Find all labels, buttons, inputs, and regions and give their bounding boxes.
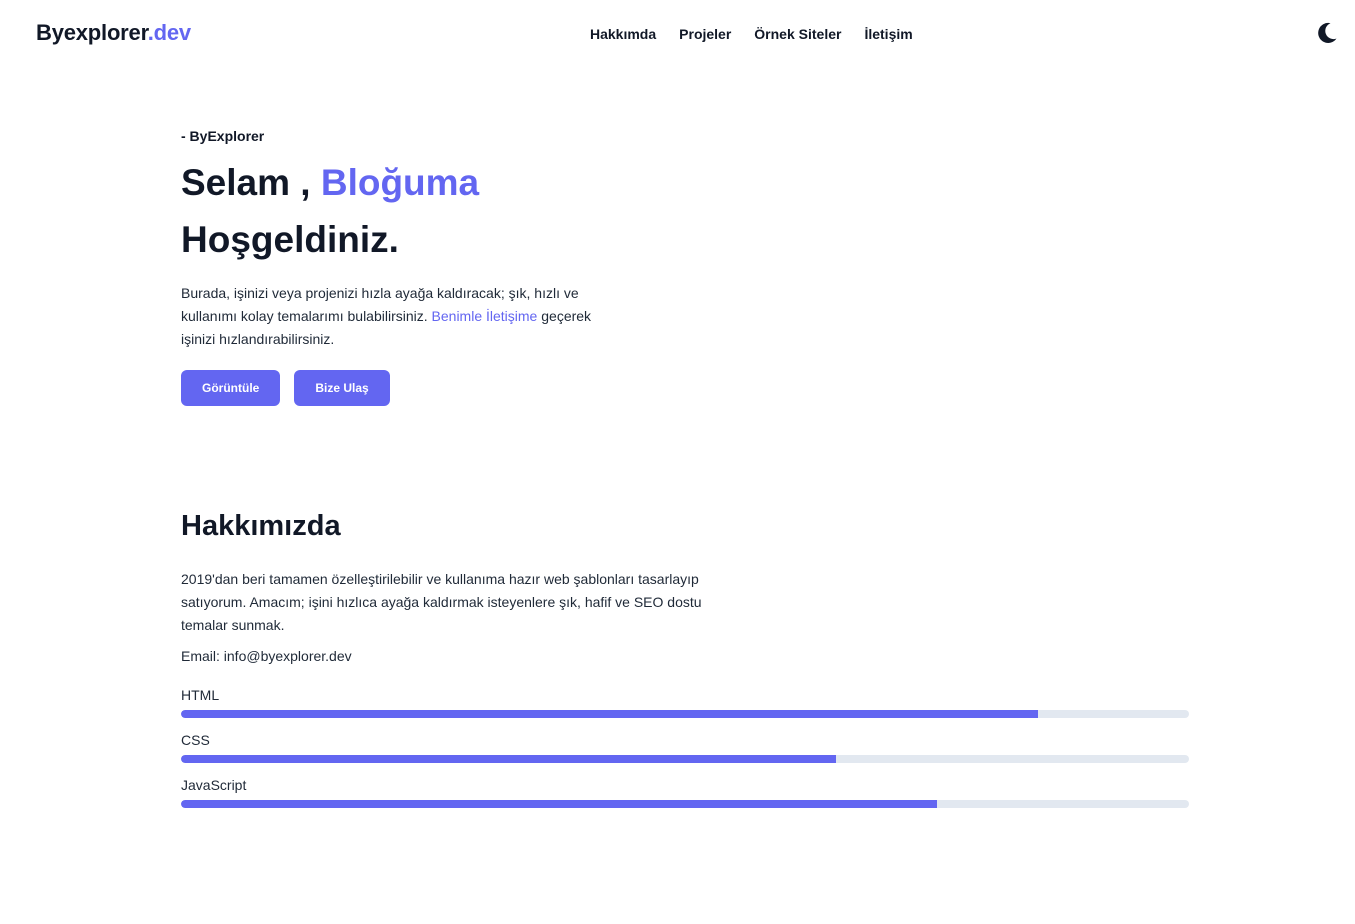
contact-link[interactable]: Benimle İletişime xyxy=(432,308,538,324)
hero-title: Selam , Bloğuma Hoşgeldiniz. xyxy=(181,154,641,268)
hero-title-accent: Bloğuma xyxy=(320,162,480,203)
hero-buttons: Görüntüle Bize Ulaş xyxy=(181,370,641,406)
view-button[interactable]: Görüntüle xyxy=(181,370,281,406)
skill-css: CSS xyxy=(181,731,1189,776)
hero-section: - ByExplorer Selam , Bloğuma Hoşgeldiniz.… xyxy=(181,128,641,406)
skill-progress-track xyxy=(181,755,1189,763)
hero-eyebrow: - ByExplorer xyxy=(181,128,265,144)
site-header: Byexplorer.dev Hakkımda Projeler Örnek S… xyxy=(0,0,1355,70)
hero-title-line2: Hoşgeldiniz. xyxy=(181,219,399,260)
main-nav: Hakkımda Projeler Örnek Siteler İletişim xyxy=(590,26,936,42)
logo-accent-text: .dev xyxy=(147,20,191,45)
nav-link-projeler[interactable]: Projeler xyxy=(679,26,731,42)
about-email: Email: info@byexplorer.dev xyxy=(181,648,352,664)
skill-label: JavaScript xyxy=(181,777,247,793)
about-text: 2019'dan beri tamamen özelleştirilebilir… xyxy=(181,571,702,633)
skill-progress-track xyxy=(181,710,1189,718)
skill-html: HTML xyxy=(181,686,1189,731)
logo-main-text: Byexplorer xyxy=(36,20,148,45)
skill-progress-fill xyxy=(181,800,937,808)
nav-link-iletisim[interactable]: İletişim xyxy=(864,26,912,42)
about-title: Hakkımızda xyxy=(181,510,341,542)
theme-toggle-button[interactable] xyxy=(1316,21,1338,45)
hero-description: Burada, işinizi veya projenizi hızla aya… xyxy=(181,282,621,351)
skill-label: CSS xyxy=(181,732,210,748)
hero-title-part1: Selam , xyxy=(181,162,321,203)
contact-us-button[interactable]: Bize Ulaş xyxy=(294,370,390,406)
moon-icon xyxy=(1318,22,1337,43)
nav-link-hakkimda[interactable]: Hakkımda xyxy=(590,26,656,42)
skills-list: HTML CSS JavaScript xyxy=(181,686,1189,821)
nav-link-ornek-siteler[interactable]: Örnek Siteler xyxy=(754,26,841,42)
skill-progress-fill xyxy=(181,710,1038,718)
skill-javascript: JavaScript xyxy=(181,776,1189,821)
skill-progress-track xyxy=(181,800,1189,808)
about-section: Hakkımızda 2019'dan beri tamamen özelleş… xyxy=(181,508,1189,821)
skill-progress-fill xyxy=(181,755,837,763)
skill-label: HTML xyxy=(181,687,220,703)
site-logo[interactable]: Byexplorer.dev xyxy=(36,20,191,46)
